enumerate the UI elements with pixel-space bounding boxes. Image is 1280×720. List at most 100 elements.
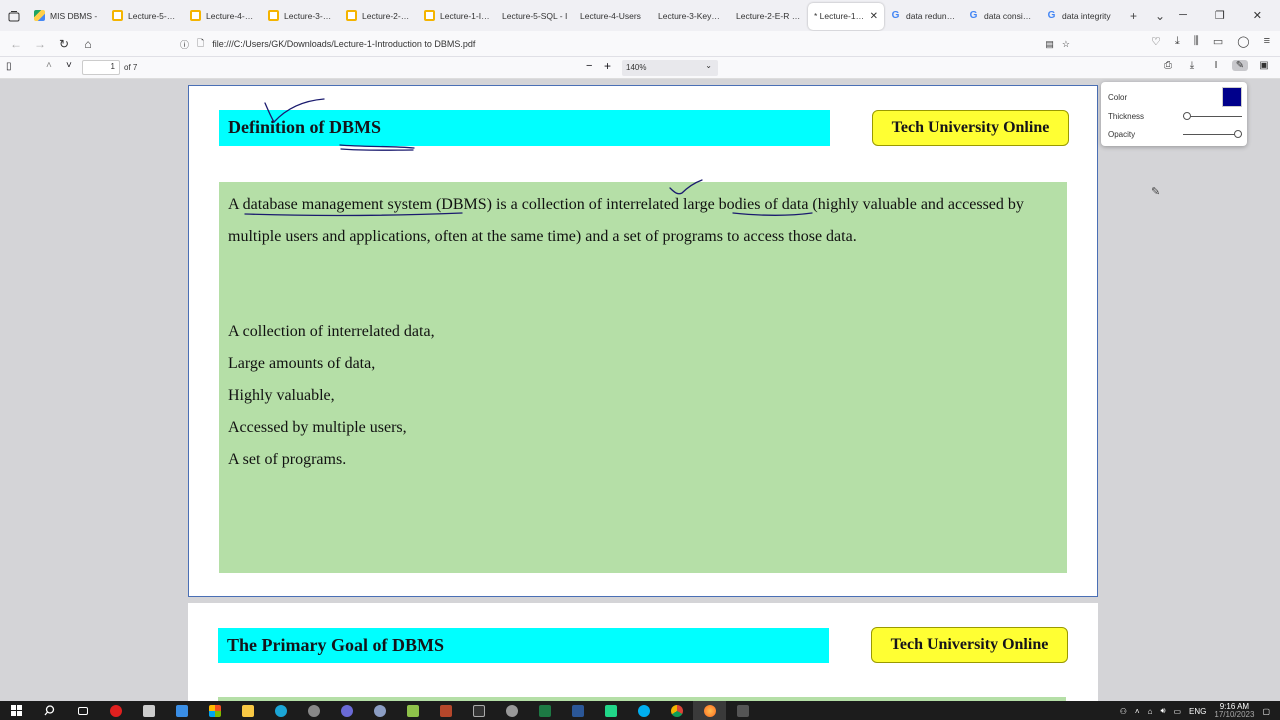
list-item: Highly valuable, bbox=[228, 387, 335, 404]
page-count: of 7 bbox=[124, 63, 138, 72]
start-button[interactable] bbox=[0, 701, 33, 720]
clock[interactable]: 9:16 AM 17/10/2023 bbox=[1214, 703, 1254, 719]
tab-label: * Lecture-1-Intr bbox=[814, 11, 865, 21]
opacity-slider-knob[interactable] bbox=[1234, 130, 1242, 138]
tab-1[interactable]: Lecture-5-SQL bbox=[106, 0, 184, 31]
tab-7[interactable]: Lecture-4-Users bbox=[574, 0, 652, 31]
tab-6[interactable]: Lecture-5-SQL - I bbox=[496, 0, 574, 31]
system-tray: ⚇ ˄ ⌂ 🔊︎ ▭ ENG 9:16 AM 17/10/2023 ▢ bbox=[1120, 703, 1270, 719]
app-icon[interactable] bbox=[726, 701, 759, 720]
opacity-slider[interactable] bbox=[1183, 130, 1242, 138]
tab-10[interactable]: * Lecture-1-Intr ✕ bbox=[808, 2, 884, 30]
tab-4[interactable]: Lecture-2-E-R bbox=[340, 0, 418, 31]
chevron-up-icon[interactable]: ˄ bbox=[1135, 707, 1140, 716]
app-icon[interactable] bbox=[297, 701, 330, 720]
tab-label: data consiste bbox=[983, 10, 1034, 21]
next-page-icon[interactable]: ˅ bbox=[66, 60, 72, 71]
tab-8[interactable]: Lecture-3-Keys in bbox=[652, 0, 730, 31]
app-menu-icon[interactable]: ≡ bbox=[1264, 35, 1270, 48]
word-icon[interactable] bbox=[561, 701, 594, 720]
chrome-icon[interactable] bbox=[330, 701, 363, 720]
language-indicator[interactable]: ENG bbox=[1189, 707, 1206, 716]
opera-icon[interactable] bbox=[99, 701, 132, 720]
zoom-value: 140% bbox=[626, 63, 647, 72]
account-icon[interactable]: ◯ bbox=[1237, 35, 1249, 48]
badge-label: Tech University Online bbox=[872, 110, 1069, 146]
sidebar-icon[interactable]: ▭ bbox=[1213, 35, 1223, 48]
terminal-icon[interactable] bbox=[462, 701, 495, 720]
tab-9[interactable]: Lecture-2-E-R dia bbox=[730, 0, 808, 31]
pdf-viewer[interactable]: Definition of DBMS Tech University Onlin… bbox=[0, 79, 1280, 701]
pdf-page-1: Definition of DBMS Tech University Onlin… bbox=[188, 85, 1098, 597]
restore-button[interactable]: ❐ bbox=[1215, 9, 1225, 22]
thickness-label: Thickness bbox=[1108, 112, 1145, 121]
chrome-icon[interactable] bbox=[660, 701, 693, 720]
firefox-icon[interactable] bbox=[693, 701, 726, 720]
slides-icon bbox=[190, 10, 201, 21]
new-tab-button[interactable]: + bbox=[1130, 9, 1137, 23]
notifications-icon[interactable]: ▢ bbox=[1262, 707, 1270, 716]
volume-icon[interactable]: 🔊︎ bbox=[1160, 706, 1165, 716]
battery-icon[interactable]: ▭ bbox=[1173, 707, 1181, 716]
zoom-in-button[interactable]: + bbox=[604, 59, 611, 73]
people-icon[interactable]: ⚇ bbox=[1120, 707, 1127, 716]
r-icon[interactable] bbox=[363, 701, 396, 720]
settings-icon[interactable] bbox=[495, 701, 528, 720]
tab-2[interactable]: Lecture-4-Use bbox=[184, 0, 262, 31]
tab-5[interactable]: Lecture-1-Intr bbox=[418, 0, 496, 31]
tab-3[interactable]: Lecture-3-Key bbox=[262, 0, 340, 31]
text-tool-icon[interactable]: I bbox=[1208, 60, 1224, 71]
tab-bar: MIS DBMS - Lecture-5-SQL Lecture-4-Use Lec… bbox=[0, 0, 1280, 31]
draw-tool-icon[interactable]: ✎ bbox=[1232, 60, 1248, 71]
definition-paragraph: A database management system (DBMS) is a… bbox=[228, 196, 1024, 245]
zoom-select[interactable]: 140% ⌄ bbox=[622, 60, 718, 76]
file-explorer-icon[interactable] bbox=[231, 701, 264, 720]
back-button[interactable]: ← bbox=[4, 37, 28, 51]
library-icon[interactable]: ⫼ bbox=[1194, 35, 1199, 48]
tab-12[interactable]: Gdata consiste bbox=[962, 0, 1040, 31]
search-icon[interactable] bbox=[33, 701, 66, 720]
color-swatch[interactable] bbox=[1222, 87, 1242, 107]
pocket-icon[interactable]: ♡ bbox=[1151, 35, 1161, 48]
reader-view-icon[interactable]: ▤ bbox=[1045, 39, 1054, 50]
slides-icon bbox=[112, 10, 123, 21]
pycharm-icon[interactable] bbox=[594, 701, 627, 720]
edge-icon[interactable] bbox=[264, 701, 297, 720]
site-info-icon[interactable]: ⓘ bbox=[180, 38, 189, 51]
previous-page-icon[interactable]: ˄ bbox=[46, 60, 52, 71]
thickness-slider[interactable] bbox=[1183, 112, 1242, 120]
image-tool-icon[interactable]: ▣ bbox=[1256, 60, 1272, 71]
zoom-out-button[interactable]: − bbox=[586, 60, 592, 72]
store-icon[interactable] bbox=[132, 701, 165, 720]
tab-overflow-chevron-icon[interactable]: ⌄ bbox=[1155, 9, 1165, 23]
toggle-sidebar-icon[interactable]: ▯ bbox=[6, 61, 12, 72]
network-icon[interactable]: ⌂ bbox=[1148, 707, 1153, 716]
list-item: A set of programs. bbox=[228, 451, 347, 468]
close-window-button[interactable]: ✕ bbox=[1253, 9, 1262, 22]
downloads-icon[interactable]: ⤓ bbox=[1175, 35, 1180, 48]
tab-11[interactable]: Gdata redunda bbox=[884, 0, 962, 31]
app-icon[interactable] bbox=[429, 701, 462, 720]
mail-icon[interactable] bbox=[165, 701, 198, 720]
list-item: Accessed by multiple users, bbox=[228, 419, 407, 436]
address-bar[interactable]: ⓘ 🗋 file:///C:/Users/GK/Downloads/Lectur… bbox=[180, 34, 1070, 54]
google-icon: G bbox=[891, 10, 900, 21]
bookmark-star-icon[interactable]: ☆ bbox=[1062, 39, 1070, 50]
skype-icon[interactable] bbox=[627, 701, 660, 720]
print-icon[interactable]: ⎙ bbox=[1160, 60, 1176, 71]
tab-0[interactable]: MIS DBMS - bbox=[28, 0, 106, 31]
list-all-tabs-icon[interactable] bbox=[0, 0, 28, 31]
home-button[interactable]: ⌂ bbox=[76, 37, 100, 51]
excel-icon[interactable] bbox=[528, 701, 561, 720]
page-number-input[interactable]: 1 bbox=[82, 60, 120, 75]
save-icon[interactable]: ⤓ bbox=[1184, 60, 1200, 71]
minimize-button[interactable]: ─ bbox=[1179, 9, 1187, 22]
office-icon[interactable] bbox=[198, 701, 231, 720]
thickness-slider-knob[interactable] bbox=[1183, 112, 1191, 120]
close-tab-icon[interactable]: ✕ bbox=[870, 11, 878, 22]
task-view-icon[interactable] bbox=[66, 701, 99, 720]
tab-13[interactable]: Gdata integrity bbox=[1040, 0, 1118, 31]
notepad-icon[interactable] bbox=[396, 701, 429, 720]
forward-button[interactable]: → bbox=[28, 37, 52, 51]
reload-button[interactable]: ↻ bbox=[52, 37, 76, 51]
